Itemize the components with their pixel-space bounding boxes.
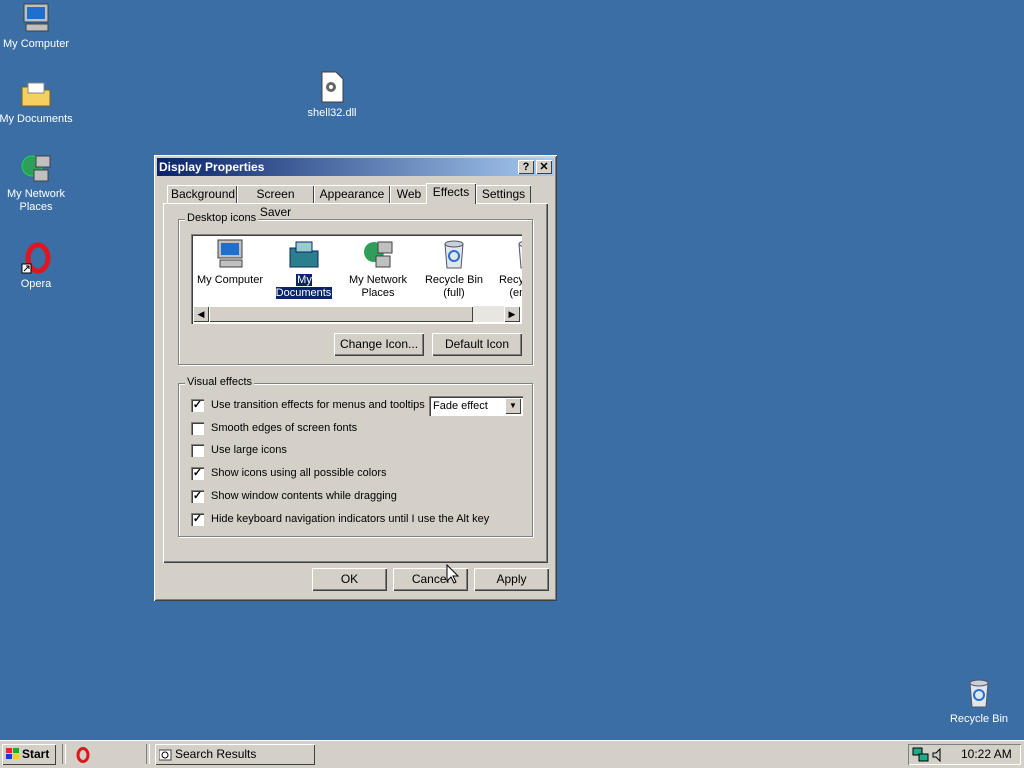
network-icon (20, 152, 52, 184)
window-contents-dragging-checkbox[interactable]: ✓ (191, 490, 204, 503)
recycle-bin-full-icon (438, 238, 470, 270)
tab-appearance[interactable]: Appearance (314, 185, 390, 203)
taskbar-separator (62, 744, 66, 764)
desktop-icon-opera[interactable]: Opera (0, 242, 76, 291)
desktop-icon-label: My Documents (0, 113, 73, 125)
task-label: Search Results (175, 747, 257, 761)
computer-icon (214, 238, 246, 270)
desktop-icons-legend: Desktop icons (185, 212, 259, 224)
effects-panel: Desktop icons My Computer My Documents M… (163, 203, 548, 563)
tab-screen-saver[interactable]: Screen Saver (237, 185, 314, 219)
desktop-icon-label: Opera (20, 278, 52, 290)
default-icon-button[interactable]: Default Icon (432, 333, 522, 356)
list-item[interactable]: My Computer (193, 238, 267, 287)
transition-effects-option[interactable]: ✓ Use transition effects for menus and t… (191, 397, 425, 413)
hide-keyboard-indicators-checkbox[interactable]: ✓ (191, 513, 204, 526)
all-colors-option[interactable]: ✓ Show icons using all possible colors (191, 465, 491, 481)
smooth-fonts-checkbox[interactable] (191, 422, 204, 435)
search-icon (159, 749, 172, 761)
system-tray: 10:22 AM (908, 744, 1021, 765)
all-colors-checkbox[interactable]: ✓ (191, 467, 204, 480)
tab-web[interactable]: Web (390, 185, 428, 203)
chevron-down-icon[interactable]: ▼ (505, 398, 521, 414)
list-item-label: My Computer (196, 274, 264, 286)
start-button[interactable]: Start (2, 744, 56, 765)
recycle-bin-icon (963, 677, 995, 709)
transition-effect-select[interactable]: Fade effect ▼ (429, 396, 523, 416)
change-icon-button[interactable]: Change Icon... (334, 333, 424, 356)
visual-effects-group: Visual effects ✓ Use transition effects … (178, 376, 533, 537)
option-label: Use transition effects for menus and too… (211, 399, 425, 411)
large-icons-checkbox[interactable] (191, 444, 204, 457)
help-button[interactable]: ? (518, 160, 534, 174)
tab-background[interactable]: Background (167, 185, 237, 203)
desktop-icon-label: shell32.dll (307, 107, 357, 119)
taskbar-separator (146, 744, 150, 764)
desktop-icon-label: My Computer (2, 38, 70, 50)
desktop-icon-label: Recycle Bin (949, 713, 1009, 725)
computer-icon (20, 2, 52, 34)
desktop-icons-group: Desktop icons My Computer My Documents M… (178, 212, 533, 365)
option-label: Hide keyboard navigation indicators unti… (211, 513, 490, 525)
taskbar: Start Search Results 10:22 AM (0, 740, 1024, 768)
volume-icon[interactable] (932, 748, 946, 762)
list-item[interactable]: My Network Places (341, 238, 415, 300)
list-item-label: My Network Places (348, 274, 408, 299)
list-item-label: Recycle Bin (full) (424, 274, 484, 299)
taskbar-button-search-results[interactable]: Search Results (155, 744, 315, 765)
select-value: Fade effect (433, 400, 488, 412)
desktop-icon-recycle-bin[interactable]: Recycle Bin (939, 677, 1019, 726)
opera-quicklaunch-icon[interactable] (75, 747, 91, 763)
apply-button[interactable]: Apply (474, 568, 549, 591)
list-item-label: My Documents (274, 273, 334, 300)
list-item[interactable]: Recycle Bin (empty) (491, 238, 522, 300)
ok-button[interactable]: OK (312, 568, 387, 591)
mouse-cursor-icon (446, 564, 460, 584)
horizontal-scrollbar[interactable]: ◀ ▶ (193, 306, 520, 322)
transition-effects-checkbox[interactable]: ✓ (191, 399, 204, 412)
desktop-icon-my-documents[interactable]: My Documents (0, 77, 76, 126)
desktop-icon-my-computer[interactable]: My Computer (0, 2, 76, 51)
visual-effects-legend: Visual effects (185, 376, 255, 388)
smooth-fonts-option[interactable]: Smooth edges of screen fonts (191, 420, 491, 436)
list-item[interactable]: Recycle Bin (full) (417, 238, 491, 300)
close-button[interactable]: ✕ (536, 160, 552, 174)
desktop-icon-my-network-places[interactable]: My Network Places (0, 152, 76, 214)
scroll-left-icon[interactable]: ◀ (193, 306, 209, 322)
dll-file-icon (316, 71, 348, 103)
desktop-icon-label: My Network Places (6, 188, 66, 213)
desktop-icon-shell32[interactable]: shell32.dll (292, 71, 372, 120)
title-bar[interactable]: Display Properties ? ✕ (157, 158, 554, 176)
display-properties-window: Display Properties ? ✕ Background Screen… (154, 155, 557, 601)
large-icons-option[interactable]: Use large icons (191, 442, 491, 458)
option-label: Show window contents while dragging (211, 490, 397, 502)
window-title: Display Properties (159, 160, 265, 174)
hide-keyboard-indicators-option[interactable]: ✓ Hide keyboard navigation indicators un… (191, 511, 521, 527)
list-item-label: Recycle Bin (empty) (498, 274, 522, 299)
list-item[interactable]: My Documents (267, 238, 341, 300)
start-label: Start (22, 747, 50, 761)
folder-icon (20, 77, 52, 109)
recycle-bin-empty-icon (512, 238, 522, 270)
scroll-thumb[interactable] (209, 306, 473, 322)
tab-effects[interactable]: Effects (426, 183, 476, 204)
clock: 10:22 AM (961, 747, 1012, 761)
windows-logo-icon (6, 748, 19, 759)
window-contents-dragging-option[interactable]: ✓ Show window contents while dragging (191, 488, 491, 504)
network-icon (362, 238, 394, 270)
documents-icon (288, 238, 320, 270)
option-label: Smooth edges of screen fonts (211, 422, 358, 434)
network-tray-icon[interactable] (912, 747, 930, 763)
opera-icon (20, 242, 52, 274)
desktop-icons-list[interactable]: My Computer My Documents My Network Plac… (191, 234, 522, 324)
option-label: Show icons using all possible colors (211, 467, 387, 479)
tab-settings[interactable]: Settings (476, 185, 531, 203)
option-label: Use large icons (211, 444, 287, 456)
scroll-right-icon[interactable]: ▶ (504, 306, 520, 322)
